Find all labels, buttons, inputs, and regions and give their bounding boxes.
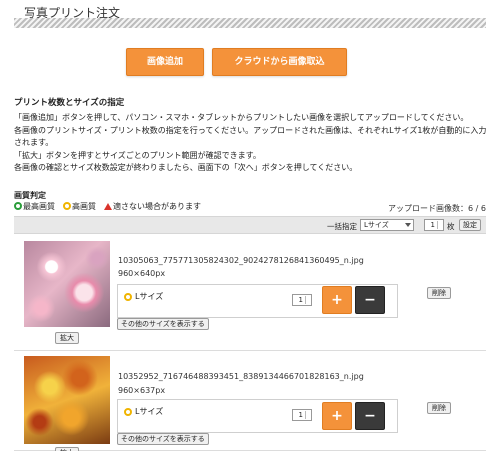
photo-thumbnail [24, 241, 110, 327]
legend-best: 最高画質 [14, 201, 55, 212]
instruction-line: 「拡大」ボタンを押すとサイズごとのプリント範囲が確認できます。 [14, 150, 261, 160]
decrease-button[interactable]: − [355, 286, 385, 314]
batch-quantity-stepper[interactable]: 1 [424, 219, 444, 231]
size-label: Lサイズ [124, 291, 163, 302]
instruction-line: 「画像追加」ボタンを押して、パソコン・スマホ・タブレットからプリントしたい画像を… [14, 113, 469, 122]
spinner-icon [305, 296, 310, 304]
instruction-line: 各画像のプリントサイズ・プリント枚数の指定を行ってください。アップロードされた画… [14, 125, 487, 148]
zoom-button[interactable]: 拡大 [55, 447, 79, 451]
image-dimensions: 960×637px [118, 386, 166, 395]
show-other-sizes-button[interactable]: その他のサイズを表示する [117, 433, 209, 445]
instruction-line: 各画像の確認とサイズ枚数設定が終わりましたら、画面下の「次へ」ボタンを押してくだ… [14, 163, 358, 172]
file-name: 10305063_775771305824302_902427812684136… [118, 256, 364, 265]
image-dimensions: 960×640px [118, 269, 166, 278]
decrease-button[interactable]: − [355, 402, 385, 430]
add-image-button[interactable]: 画像追加 [126, 48, 204, 76]
quantity-stepper[interactable]: 1 [292, 294, 312, 306]
size-label: Lサイズ [124, 406, 163, 417]
spinner-icon [305, 411, 310, 419]
file-name: 10352952_716746488393451_838913446670182… [118, 372, 364, 381]
quality-legend: 最高画質 高画質 適さない場合があります [14, 201, 201, 212]
chevron-down-icon [405, 223, 411, 227]
batch-settings-bar [14, 216, 486, 234]
section-heading: プリント枚数とサイズの指定 [14, 98, 125, 108]
increase-button[interactable]: + [322, 402, 352, 430]
yellow-circle-icon [63, 202, 71, 210]
delete-button[interactable]: 削除 [427, 402, 451, 414]
yellow-circle-icon [124, 407, 132, 416]
zoom-button[interactable]: 拡大 [55, 332, 79, 344]
spinner-icon [437, 221, 442, 229]
batch-size-select[interactable]: Lサイズ [360, 219, 414, 231]
legend-warning: 適さない場合があります [104, 201, 201, 212]
warning-triangle-icon [104, 203, 112, 210]
increase-button[interactable]: + [322, 286, 352, 314]
quantity-stepper[interactable]: 1 [292, 409, 312, 421]
batch-set-button[interactable]: 設定 [459, 219, 481, 231]
yellow-circle-icon [124, 292, 132, 301]
show-other-sizes-button[interactable]: その他のサイズを表示する [117, 318, 209, 330]
photo-thumbnail [24, 356, 110, 444]
legend-high: 高画質 [63, 201, 96, 212]
cloud-import-button[interactable]: クラウドから画像取込 [212, 48, 347, 76]
quality-judgement-title: 画質判定 [14, 191, 46, 200]
batch-label: 一括指定 [327, 222, 357, 231]
upload-count: アップロード画像数：6 / 6 [388, 204, 486, 213]
instructions-text: 「画像追加」ボタンを押して、パソコン・スマホ・タブレットからプリントしたい画像を… [14, 112, 489, 175]
delete-button[interactable]: 削除 [427, 287, 451, 299]
title-divider [14, 18, 486, 28]
green-circle-icon [14, 202, 22, 210]
batch-unit: 枚 [447, 222, 455, 231]
